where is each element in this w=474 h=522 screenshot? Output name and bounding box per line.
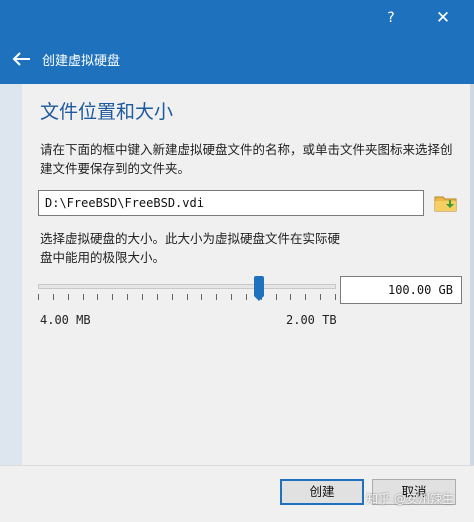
create-button[interactable]: 创建	[280, 479, 364, 505]
slider-tick	[142, 294, 143, 300]
slider-thumb[interactable]	[254, 276, 264, 301]
close-button[interactable]: ✕	[420, 0, 466, 36]
slider-tick	[216, 294, 217, 300]
background-window-edge	[0, 84, 22, 521]
size-slider[interactable]	[38, 274, 336, 304]
slider-tick	[83, 294, 84, 300]
slider-tick	[53, 294, 54, 300]
size-input[interactable]	[340, 276, 462, 304]
slider-tick	[68, 294, 69, 300]
section-title: 文件位置和大小	[40, 101, 174, 123]
location-description: 请在下面的框中键入新建虚拟硬盘文件的名称，或单击文件夹图标来选择创建文件要保存到…	[40, 142, 453, 176]
max-size-label: 2.00 TB	[286, 313, 337, 327]
window-titlebar: ? ✕	[0, 0, 474, 36]
help-button[interactable]: ?	[368, 0, 414, 36]
slider-tick	[112, 294, 113, 300]
slider-ticks	[38, 294, 336, 302]
slider-tick	[201, 294, 202, 300]
back-arrow-icon[interactable]	[10, 48, 32, 70]
slider-tick	[172, 294, 173, 300]
slider-tick	[335, 294, 336, 300]
slider-tick	[290, 294, 291, 300]
slider-tick	[246, 294, 247, 300]
watermark: 知乎 @安州辣生	[366, 492, 454, 506]
slider-tick	[187, 294, 188, 300]
slider-track[interactable]	[38, 284, 336, 289]
folder-icon[interactable]	[434, 192, 458, 214]
slider-tick	[276, 294, 277, 300]
slider-tick	[97, 294, 98, 300]
wizard-header: 创建虚拟硬盘	[0, 36, 474, 84]
min-size-label: 4.00 MB	[40, 313, 91, 327]
slider-tick	[38, 294, 39, 300]
background-window-edge-right	[470, 84, 474, 521]
size-description: 选择虚拟硬盘的大小。此大小为虚拟硬盘文件在实际硬盘中能用的极限大小。	[40, 231, 341, 265]
slider-tick	[231, 294, 232, 300]
slider-tick	[157, 294, 158, 300]
file-path-input[interactable]	[38, 190, 424, 216]
slider-tick	[320, 294, 321, 300]
slider-tick	[305, 294, 306, 300]
slider-tick	[127, 294, 128, 300]
wizard-title: 创建虚拟硬盘	[42, 54, 121, 69]
